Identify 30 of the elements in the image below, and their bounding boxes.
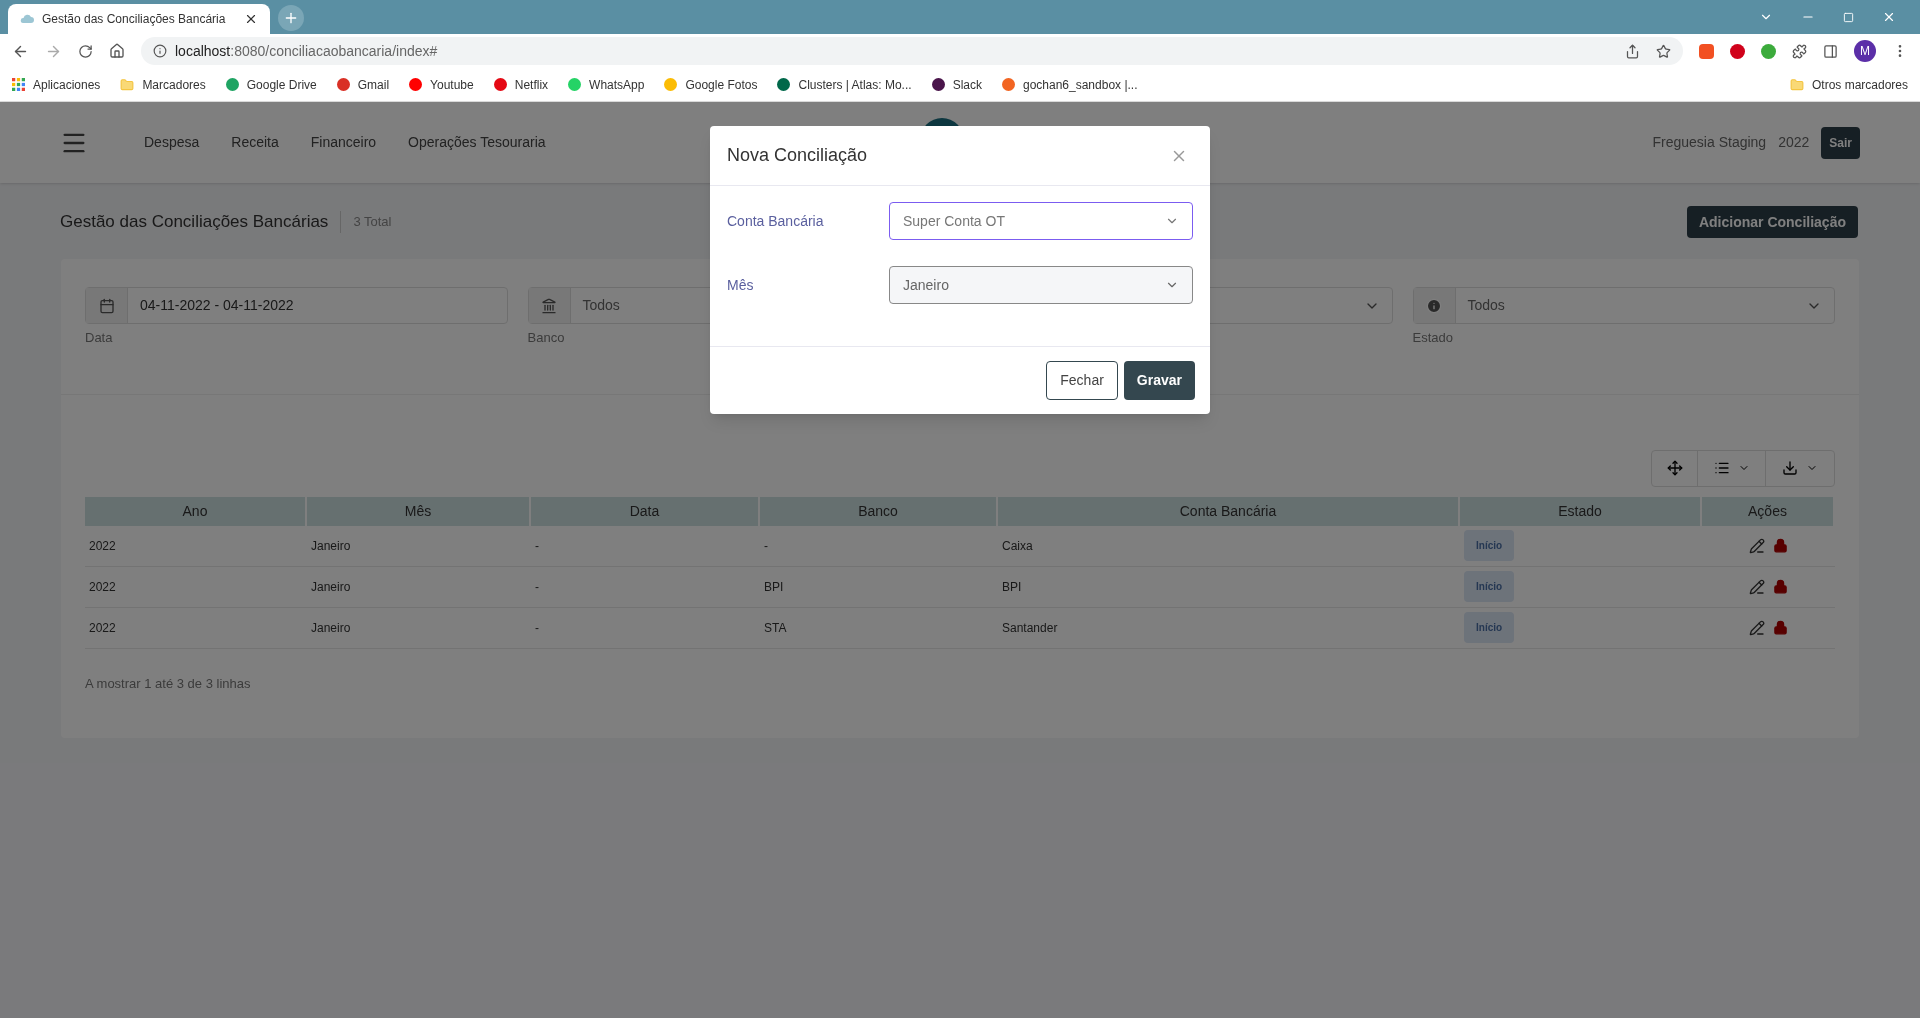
status-badge: Início (1464, 571, 1515, 602)
table-cell: Janeiro (311, 538, 351, 553)
status-badge: Início (1464, 530, 1515, 561)
table-cell: - (535, 538, 539, 553)
table-cell: - (535, 579, 539, 594)
table-cell: BPI (1002, 579, 1022, 594)
organization-name: Freguesia Staging (1652, 133, 1767, 152)
table-cell: Janeiro (311, 579, 351, 594)
filter-label: Data (85, 329, 113, 347)
filter-label: Estado (1412, 329, 1453, 347)
table-cell: 2022 (89, 620, 116, 635)
filter-label: Banco (527, 329, 565, 347)
field-label: Mês (727, 275, 755, 295)
table-cell: STA (764, 620, 787, 635)
table-cell: Janeiro (311, 620, 351, 635)
status-badge: Início (1464, 612, 1515, 643)
table-cell: 2022 (89, 579, 116, 594)
table-cell: BPI (764, 579, 784, 594)
table-cell: Caixa (1002, 538, 1033, 553)
table-cell: - (764, 538, 768, 553)
tab-title: Gestão das Conciliações Bancária (42, 11, 227, 28)
table-cell: 2022 (89, 538, 116, 553)
table-cell: Santander (1002, 620, 1058, 635)
table-cell: - (535, 620, 539, 635)
page-title: Gestão das Conciliações Bancárias (60, 211, 329, 234)
field-label: Conta Bancária (727, 211, 825, 231)
year-text: 2022 (1778, 133, 1810, 152)
url-text: localhost:8080/conciliacaobancaria/index# (175, 41, 438, 61)
pagination-info: A mostrar 1 até 3 de 3 linhas (85, 674, 251, 693)
modal-title: Nova Conciliação (727, 144, 868, 167)
